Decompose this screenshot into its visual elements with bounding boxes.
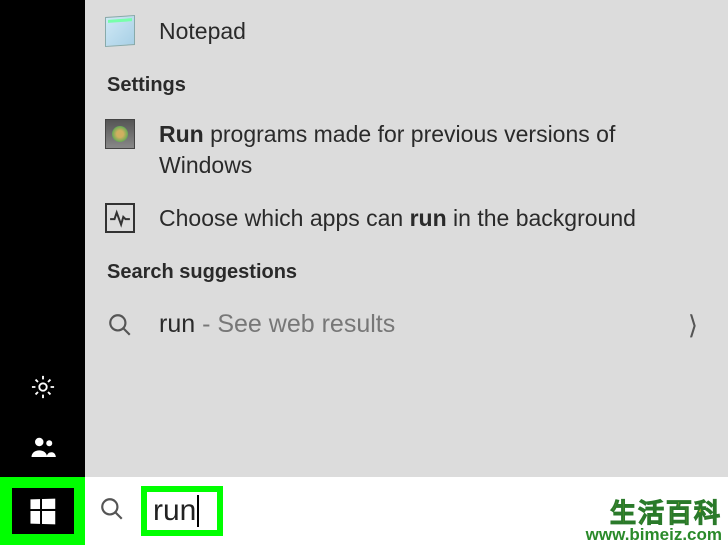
compat-icon [103, 117, 137, 151]
result-app-notepad[interactable]: Notepad [85, 4, 728, 58]
result-label: Notepad [159, 14, 246, 47]
search-results-panel: Notepad Settings Run programs made for p… [85, 0, 728, 477]
search-input-highlight: run [141, 486, 223, 536]
result-label: Choose which apps can run in the backgro… [159, 201, 636, 234]
activity-icon [103, 201, 137, 235]
result-label: Run programs made for previous versions … [159, 117, 708, 181]
search-input[interactable]: run [147, 492, 217, 530]
result-setting-compat[interactable]: Run programs made for previous versions … [85, 107, 728, 191]
gear-icon[interactable] [0, 357, 85, 417]
search-icon [99, 496, 125, 527]
search-bar[interactable]: run [85, 477, 728, 545]
result-setting-background-apps[interactable]: Choose which apps can run in the backgro… [85, 191, 728, 245]
section-header-settings: Settings [85, 58, 728, 107]
search-icon [103, 308, 137, 342]
section-header-suggestions: Search suggestions [85, 245, 728, 294]
people-icon[interactable] [0, 417, 85, 477]
suggestion-label: run - See web results [159, 308, 395, 342]
start-button[interactable] [0, 477, 85, 545]
result-suggestion-run[interactable]: run - See web results ⟩ [85, 294, 728, 356]
windows-logo-icon [30, 498, 55, 524]
chevron-right-icon: ⟩ [688, 310, 708, 341]
notepad-icon [103, 14, 137, 48]
text-caret [197, 495, 199, 527]
taskbar [0, 0, 85, 545]
